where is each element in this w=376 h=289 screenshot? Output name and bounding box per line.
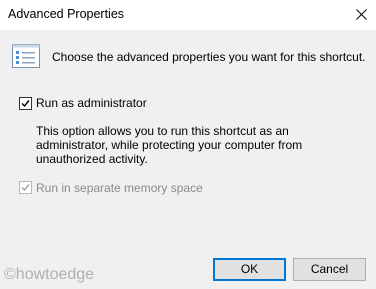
checkmark-icon xyxy=(21,100,30,108)
separate-memory-checkbox[interactable] xyxy=(19,181,32,194)
separate-memory-label[interactable]: Run in separate memory space xyxy=(36,181,203,195)
title-bar: Advanced Properties xyxy=(0,0,376,30)
window-title: Advanced Properties xyxy=(8,7,125,21)
run-as-admin-checkbox[interactable] xyxy=(19,97,32,110)
checkmark-icon xyxy=(21,184,30,192)
run-as-admin-label[interactable]: Run as administrator xyxy=(36,96,147,110)
cancel-button[interactable]: Cancel xyxy=(293,258,366,281)
run-as-admin-description: This option allows you to run this short… xyxy=(36,124,303,166)
ok-button[interactable]: OK xyxy=(213,258,286,281)
properties-list-icon xyxy=(12,44,40,68)
close-button[interactable] xyxy=(346,0,376,30)
close-icon xyxy=(356,9,367,20)
watermark: ©howtoedge xyxy=(4,266,95,283)
header-instruction: Choose the advanced properties you want … xyxy=(52,50,366,64)
